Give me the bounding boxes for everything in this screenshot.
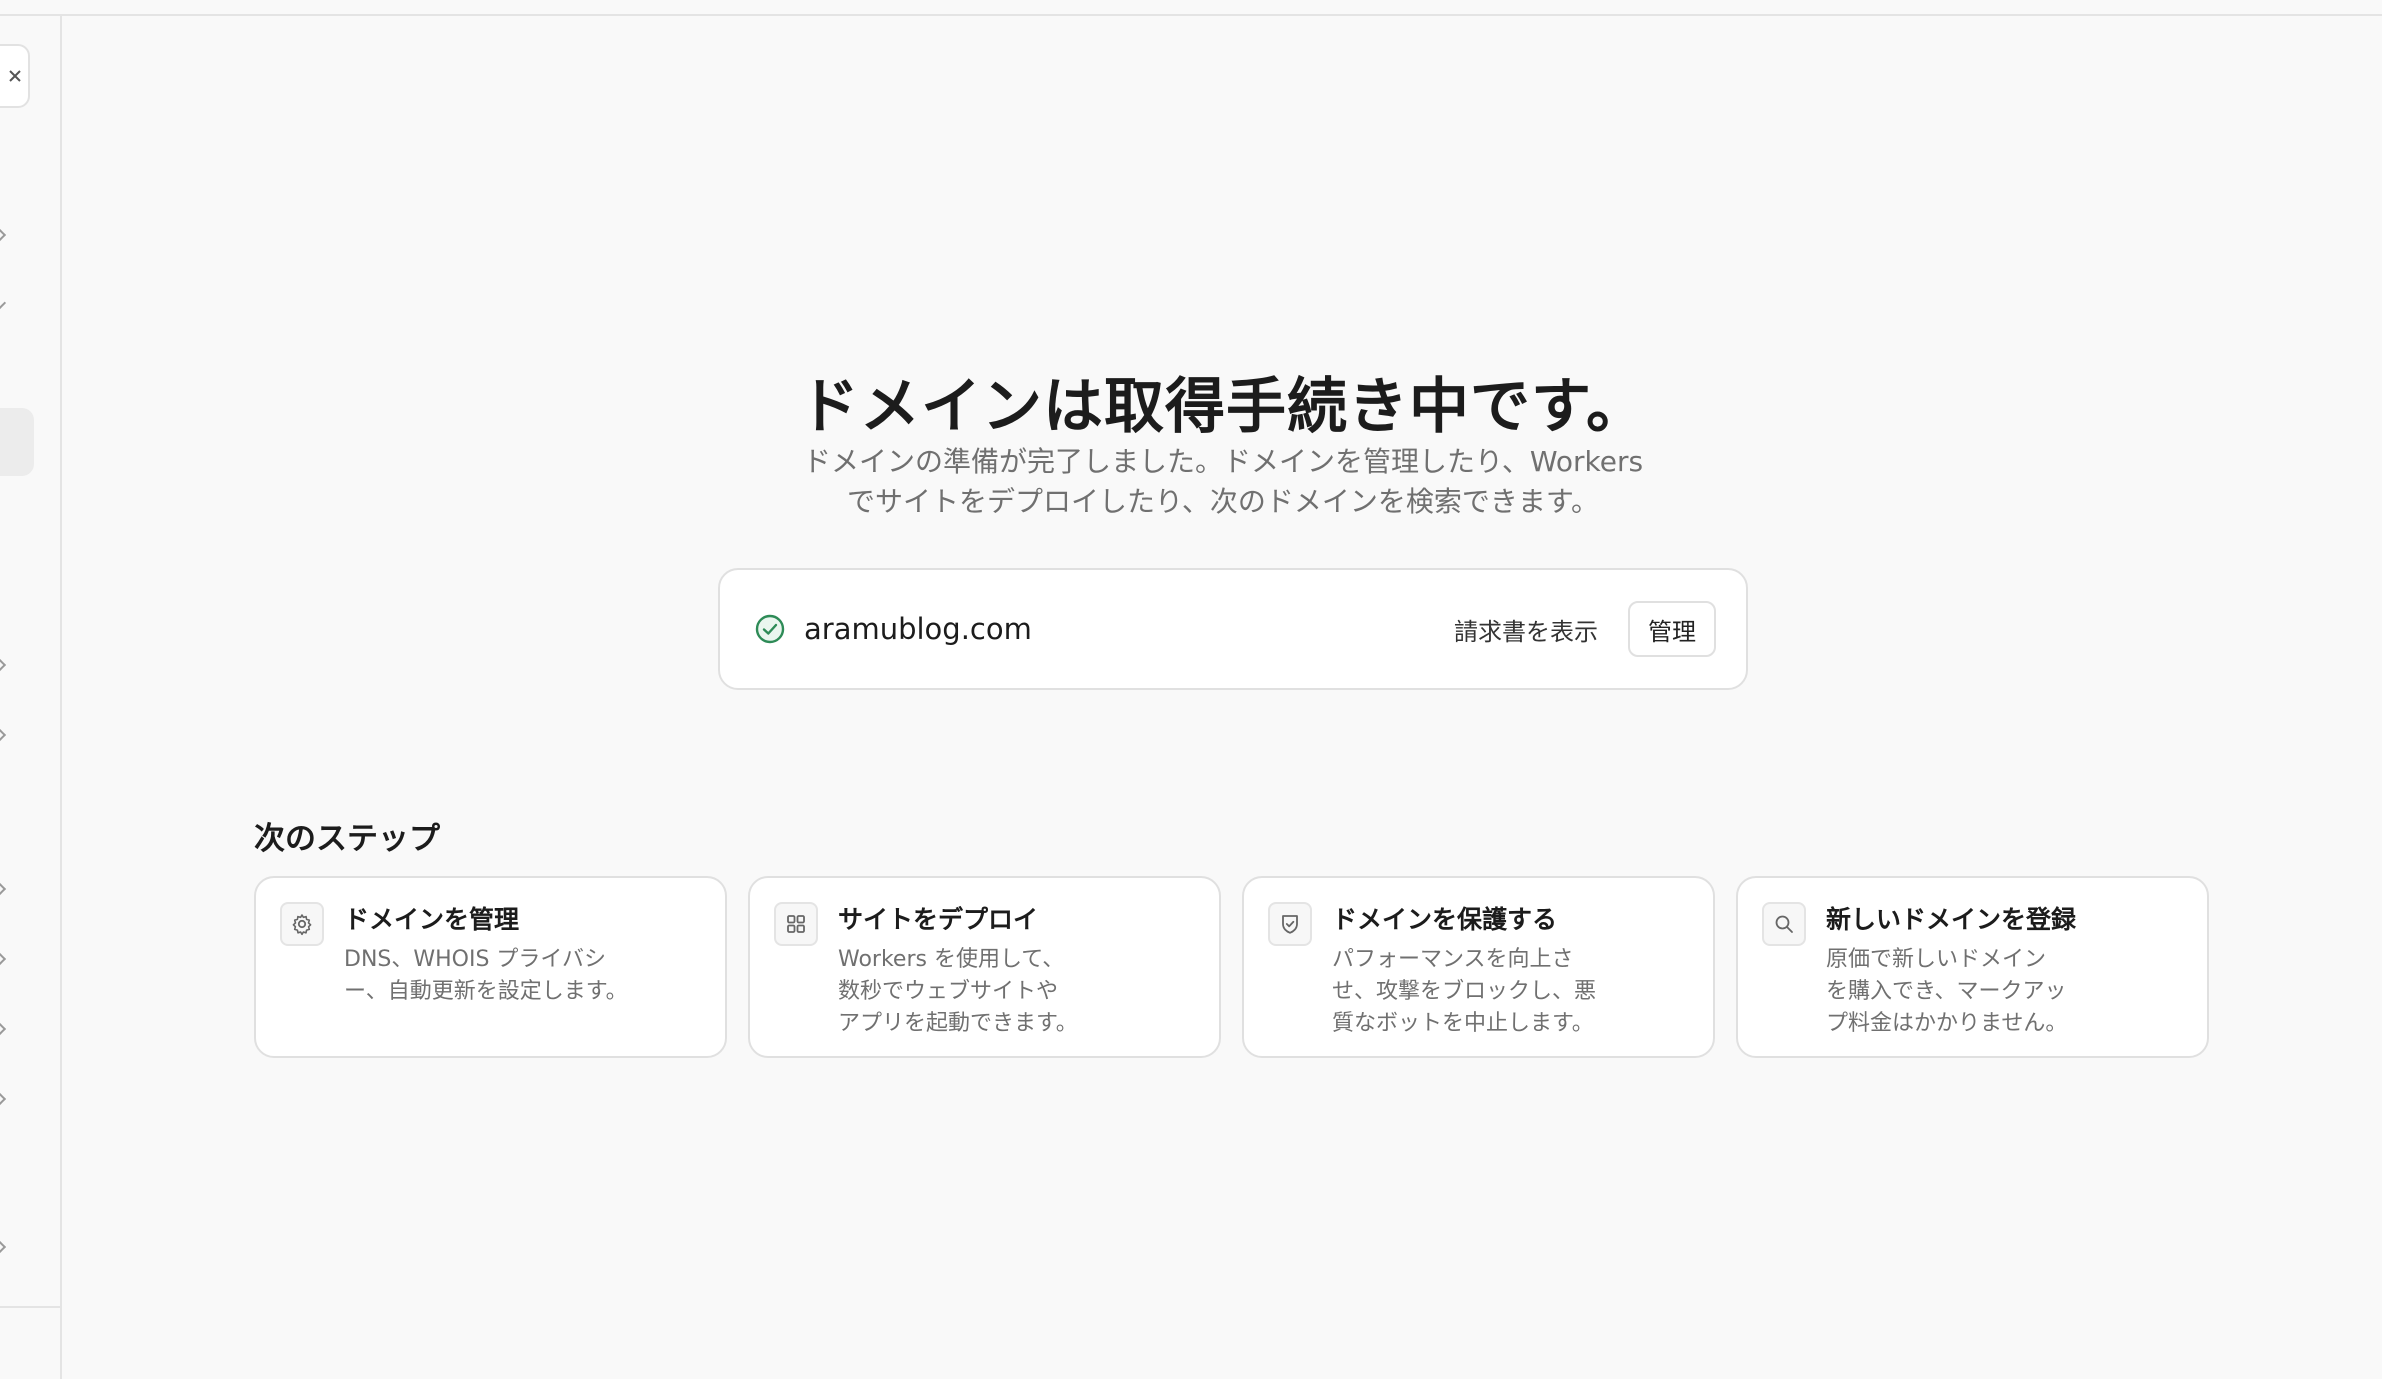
page-title: ドメインは取得手続き中です。	[799, 372, 1647, 442]
sidebar-chevron-icon[interactable]	[0, 1021, 7, 1037]
step-description: Workers を使用して、 数秒でウェブサイトや アプリを起動できます。	[838, 947, 1078, 1036]
sidebar-collapse-button[interactable]	[0, 44, 30, 108]
sidebar-chevron-icon[interactable]	[0, 881, 7, 897]
search-icon	[1775, 915, 1793, 933]
step-description: パフォーマンスを向上さ せ、攻撃をブロックし、悪 質なボットを中止します。	[1332, 947, 1597, 1036]
next-steps-heading: 次のステップ	[254, 821, 440, 857]
step-title: ドメインを保護する	[1332, 905, 1558, 934]
sidebar-chevron-icon[interactable]	[0, 1239, 7, 1255]
sidebar-chevron-down-icon[interactable]	[0, 295, 7, 311]
sidebar-chevron-icon[interactable]	[0, 727, 7, 743]
sidebar-divider	[0, 1306, 62, 1308]
step-card-register-domain[interactable]: 新しいドメインを登録 原価で新しいドメイン を購入でき、マークアッ プ料金はかか…	[1736, 876, 2209, 1058]
step-card-protect-domain[interactable]: ドメインを保護する パフォーマンスを向上さ せ、攻撃をブロックし、悪 質なボット…	[1242, 876, 1715, 1058]
step-title: 新しいドメインを登録	[1826, 905, 2077, 934]
domain-card: aramublog.com 請求書を表示 管理	[718, 568, 1748, 690]
shield-check-icon	[1282, 915, 1298, 934]
sidebar-chevron-icon[interactable]	[0, 1091, 7, 1107]
page-subtitle: ドメインの準備が完了しました。ドメインを管理したり、Workers でサイトをデ…	[802, 445, 1644, 518]
grid-icon	[787, 915, 805, 933]
step-title: サイトをデプロイ	[838, 905, 1039, 934]
step-card-deploy-site[interactable]: サイトをデプロイ Workers を使用して、 数秒でウェブサイトや アプリを起…	[748, 876, 1221, 1058]
main-content: ドメインは取得手続き中です。 ドメインの準備が完了しました。ドメインを管理したり…	[64, 18, 2382, 1379]
gear-icon	[292, 914, 312, 936]
step-description: 原価で新しいドメイン を購入でき、マークアッ プ料金はかかりません。	[1826, 947, 2068, 1036]
step-title: ドメインを管理	[344, 905, 520, 934]
sidebar-item-active[interactable]	[0, 408, 34, 476]
top-bar	[0, 0, 2382, 16]
manage-button[interactable]: 管理	[1628, 601, 1716, 657]
domain-name: aramublog.com	[804, 612, 1032, 646]
step-card-manage-domain[interactable]: ドメインを管理 DNS、WHOIS プライバシ ー、自動更新を設定します。	[254, 876, 727, 1058]
sidebar-chevron-icon[interactable]	[0, 227, 7, 243]
view-invoice-link[interactable]: 請求書を表示	[1454, 612, 1598, 647]
close-icon	[9, 70, 21, 82]
sidebar-chevron-icon[interactable]	[0, 657, 7, 673]
sidebar-chevron-icon[interactable]	[0, 951, 7, 967]
sidebar	[0, 16, 62, 1379]
check-circle-icon	[755, 614, 785, 644]
step-description: DNS、WHOIS プライバシ ー、自動更新を設定します。	[344, 947, 628, 1004]
